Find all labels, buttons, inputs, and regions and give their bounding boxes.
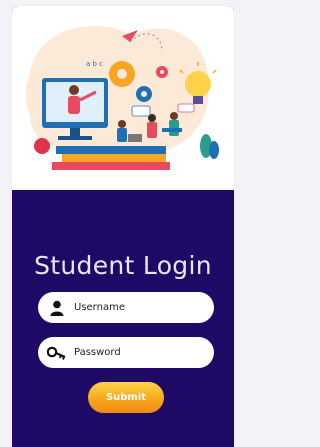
password-field[interactable]: [38, 337, 214, 368]
submit-button[interactable]: Submit: [88, 382, 164, 413]
username-field[interactable]: [38, 292, 214, 323]
login-card: a b c Student Login Username Submit: [12, 6, 234, 447]
online-learning-illustration: a b c: [25, 26, 219, 170]
user-icon: [42, 292, 72, 323]
password-input[interactable]: [72, 347, 204, 358]
username-input[interactable]: [72, 302, 204, 313]
key-icon: [42, 337, 72, 368]
hero-illustration: a b c: [12, 6, 234, 190]
page-title: Student Login: [34, 250, 212, 280]
svg-text:a b c: a b c: [86, 60, 103, 68]
